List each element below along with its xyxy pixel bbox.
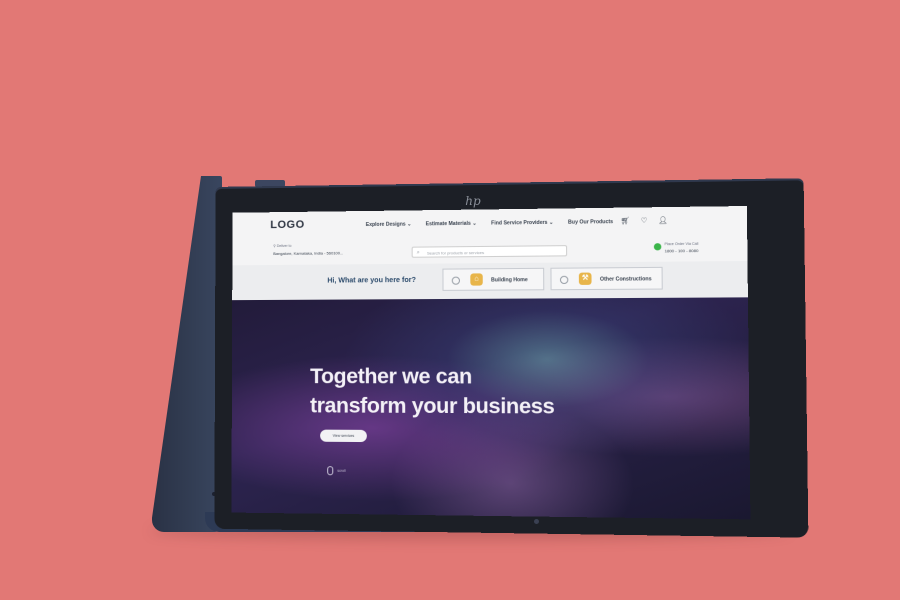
scroll-hint: scroll (327, 466, 345, 475)
search-input[interactable]: ⌕ Search for products or services (412, 245, 568, 258)
option-other-constructions[interactable]: ⚒ Other Constructions (550, 267, 662, 290)
search-placeholder: Search for products or services (427, 250, 484, 256)
site-logo[interactable]: LOGO (270, 219, 304, 231)
phone-icon (654, 243, 662, 250)
deliver-location[interactable]: ⚲ Deliver to Bangalore, Karnataka, India… (273, 243, 343, 256)
option-building-home[interactable]: ⌂ Building Home (442, 268, 544, 291)
nav-find-service-providers[interactable]: Find Service Providers ⌄ (491, 220, 553, 227)
nav-icons: 🛒︎ ♡ 👤︎ (621, 216, 668, 225)
scroll-hint-label: scroll (337, 469, 345, 473)
phone-number: 1800 - 100 - 8080 (665, 248, 699, 253)
intent-title: Hi, What are you here for? (327, 277, 416, 285)
crane-icon: ⚒ (579, 273, 592, 285)
house-icon: ⌂ (470, 273, 482, 285)
cart-icon[interactable]: 🛒︎ (621, 217, 630, 225)
brand-logo-icon: hp (463, 194, 483, 208)
hero-headline: Together we can transform your business (310, 362, 554, 422)
heart-icon[interactable]: ♡ (641, 217, 648, 225)
view-services-button[interactable]: View services (320, 430, 367, 442)
nav-explore-designs[interactable]: Explore Designs ⌄ (366, 221, 412, 228)
headline-line-1: Together we can (310, 362, 554, 392)
nav-links: Explore Designs ⌄ Estimate Materials ⌄ F… (366, 219, 613, 228)
call-to-order[interactable]: Place Order Via Call 1800 - 100 - 8080 (654, 242, 699, 254)
radio-icon[interactable] (560, 276, 568, 284)
screen: LOGO Explore Designs ⌄ Estimate Material… (231, 206, 750, 519)
search-icon: ⌕ (417, 248, 420, 259)
headline-line-2: transform your business (310, 391, 554, 421)
option-label: Building Home (491, 277, 528, 283)
call-label: Place Order Via Call (664, 242, 698, 246)
deliver-label: Deliver to (277, 244, 292, 248)
scene: hp LOGO Explore Designs ⌄ Estimate Mater… (0, 0, 900, 600)
delivery-address: Bangalore, Karnataka, India - 560100... (273, 250, 343, 256)
option-label: Other Constructions (600, 276, 652, 283)
intent-selector: Hi, What are you here for? ⌂ Building Ho… (232, 261, 748, 300)
website: LOGO Explore Designs ⌄ Estimate Material… (231, 206, 750, 519)
radio-icon[interactable] (452, 277, 460, 285)
laptop-device: hp LOGO Explore Designs ⌄ Estimate Mater… (195, 176, 783, 534)
mouse-icon (327, 466, 333, 475)
user-icon[interactable]: 👤︎ (658, 216, 668, 224)
hero-banner: Together we can transform your business … (231, 297, 750, 519)
location-pin-icon: ⚲ (273, 244, 276, 248)
nav-buy-our-products[interactable]: Buy Our Products (568, 219, 613, 226)
camera-icon (534, 519, 539, 524)
nav-estimate-materials[interactable]: Estimate Materials ⌄ (426, 221, 477, 228)
